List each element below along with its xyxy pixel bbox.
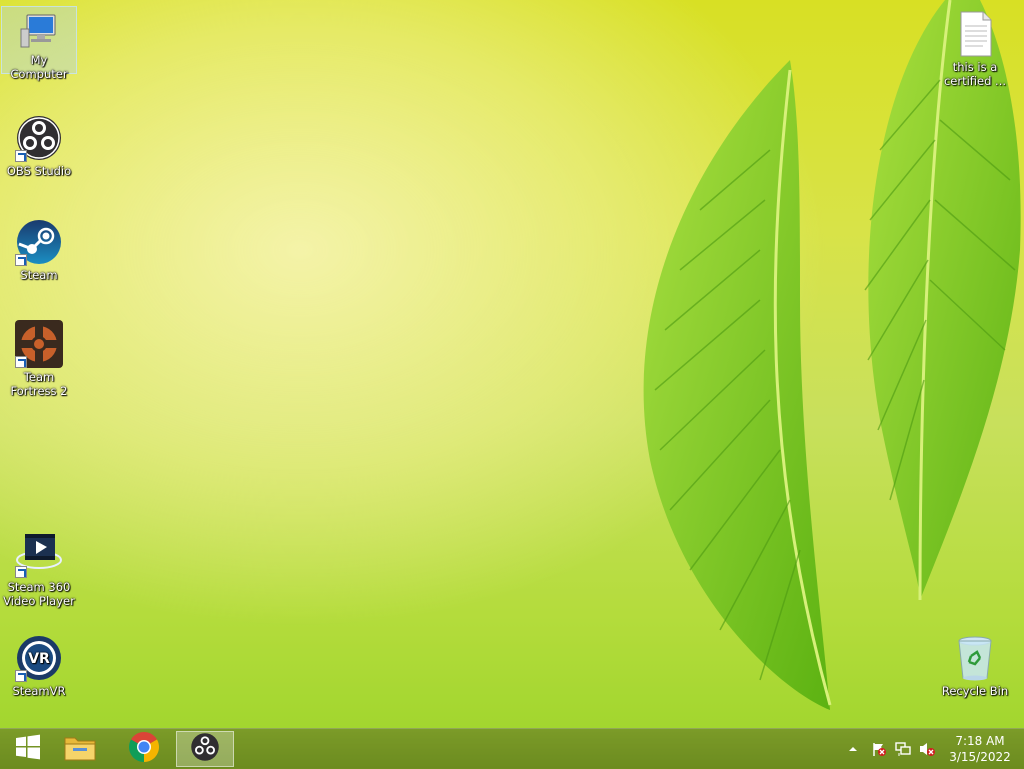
team-fortress-2-icon (15, 320, 63, 368)
clock[interactable]: 7:18 AM 3/15/2022 (946, 733, 1014, 765)
desktop-icon-obs-studio[interactable]: OBS Studio (1, 110, 77, 178)
wallpaper-leaves (643, 0, 1021, 710)
shortcut-arrow-icon (15, 254, 27, 266)
volume-muted-icon[interactable] (916, 738, 938, 760)
system-tray: 7:18 AM 3/15/2022 (842, 729, 1024, 769)
obs-icon (190, 732, 220, 766)
desktop-icon-label: Steam (20, 268, 58, 282)
desktop-icon-label: My Computer (10, 53, 68, 81)
steam-360-video-player-icon (15, 530, 63, 578)
text-document-icon (955, 10, 995, 58)
chrome-icon (129, 732, 159, 766)
steamvr-icon: VR (15, 634, 63, 682)
desktop-icon-label: SteamVR (12, 684, 66, 698)
taskbar-file-explorer[interactable] (52, 731, 108, 767)
svg-text:VR: VR (28, 651, 50, 667)
desktop-icon-steamvr[interactable]: VR SteamVR (1, 630, 77, 698)
folder-icon (63, 732, 97, 766)
obs-icon (15, 114, 63, 162)
network-icon[interactable] (892, 738, 914, 760)
shortcut-arrow-icon (15, 670, 27, 682)
desktop-icon-recycle-bin[interactable]: Recycle Bin (937, 630, 1013, 698)
desktop-icon-label: OBS Studio (6, 164, 72, 178)
desktop-icon-steam[interactable]: Steam (1, 214, 77, 282)
clock-date: 3/15/2022 (949, 750, 1011, 764)
desktop-icon-team-fortress-2[interactable]: Team Fortress 2 (1, 316, 77, 398)
shortcut-arrow-icon (15, 356, 27, 368)
action-center-flag-icon[interactable] (868, 738, 890, 760)
computer-icon (19, 11, 59, 51)
taskbar-obs-studio[interactable] (176, 731, 234, 767)
steam-icon (15, 218, 63, 266)
clock-time: 7:18 AM (955, 734, 1005, 748)
desktop-icon-text-file[interactable]: this is a certified ... (937, 6, 1013, 88)
taskbar: 7:18 AM 3/15/2022 (0, 728, 1024, 769)
taskbar-google-chrome[interactable] (116, 731, 172, 767)
show-hidden-icons-arrow[interactable] (842, 738, 864, 760)
desktop-icon-label: Team Fortress 2 (10, 370, 68, 398)
windows-logo-icon (14, 733, 42, 765)
desktop-icon-my-computer[interactable]: My Computer (1, 6, 77, 81)
shortcut-arrow-icon (15, 150, 27, 162)
shortcut-arrow-icon (15, 566, 27, 578)
desktop-icon-label: Steam 360 Video Player (3, 580, 75, 608)
start-button[interactable] (0, 731, 56, 767)
desktop-icon-label: Recycle Bin (941, 684, 1009, 698)
desktop-icon-steam-360-video-player[interactable]: Steam 360 Video Player (1, 526, 77, 608)
desktop-icon-label: this is a certified ... (943, 60, 1007, 88)
recycle-bin-icon (951, 634, 999, 682)
